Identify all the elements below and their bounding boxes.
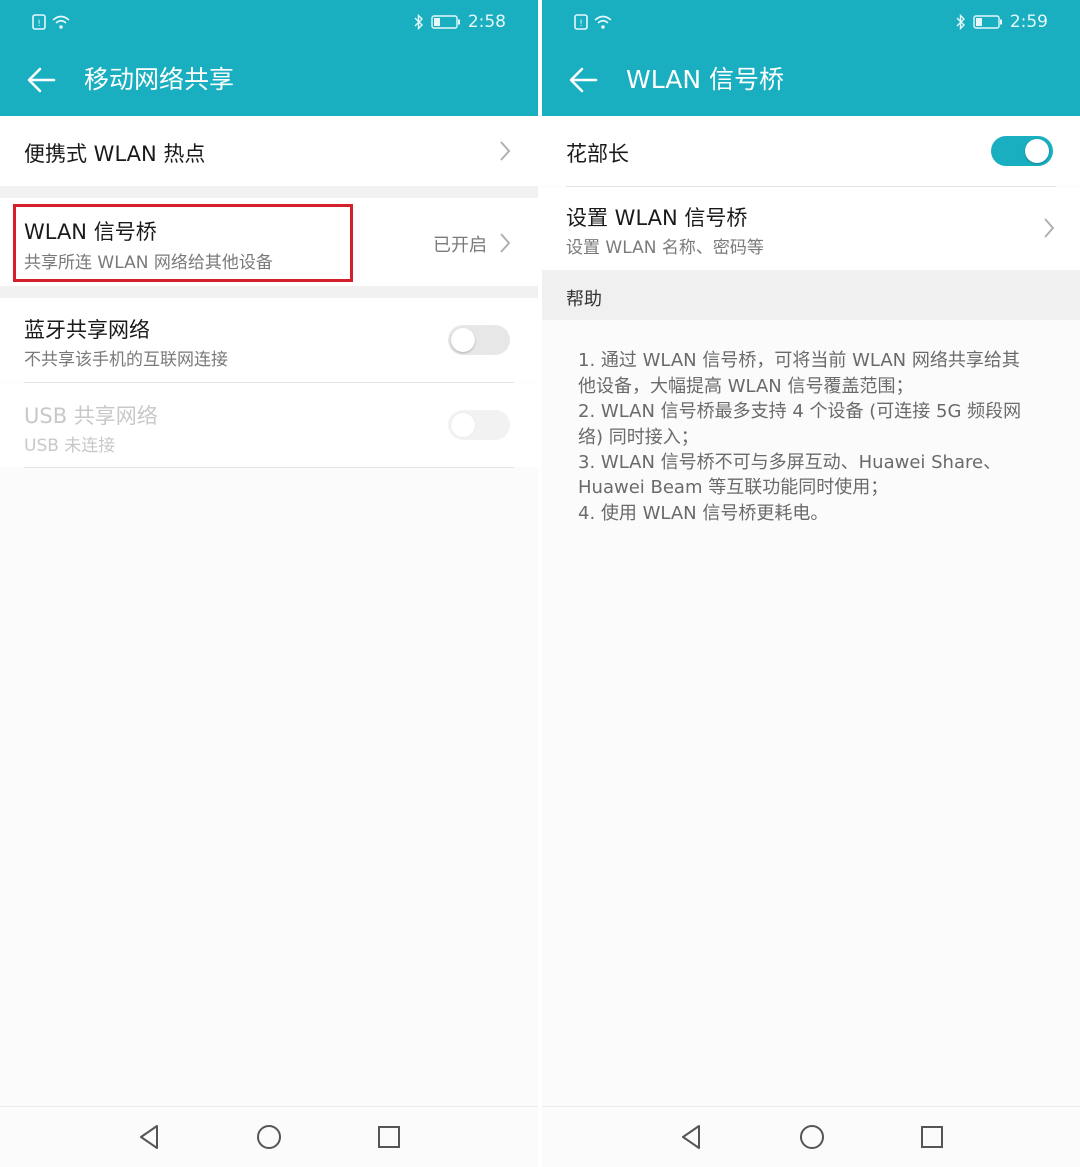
battery-icon bbox=[431, 15, 460, 29]
help-text-line: 1. 通过 WLAN 信号桥，可将当前 WLAN 网络共享给其 bbox=[578, 350, 1020, 371]
nav-home-icon[interactable] bbox=[256, 1124, 282, 1150]
item-label: 花部长 bbox=[566, 142, 629, 166]
bluetooth-tethering-toggle[interactable] bbox=[448, 325, 510, 355]
app-bar: WLAN 信号桥 bbox=[542, 44, 1080, 116]
help-section-header: 帮助 bbox=[542, 270, 1080, 320]
status-time: 2:58 bbox=[467, 12, 506, 32]
sim-icon: ! bbox=[32, 14, 46, 30]
svg-text:!: ! bbox=[579, 19, 583, 29]
help-text-line: 他设备，大幅提高 WLAN 信号覆盖范围； bbox=[578, 376, 914, 397]
status-time: 2:59 bbox=[1009, 12, 1048, 32]
item-subtitle: 设置 WLAN 名称、密码等 bbox=[566, 238, 764, 258]
item-label: 便携式 WLAN 热点 bbox=[24, 142, 206, 166]
highlight-box bbox=[13, 204, 353, 282]
back-arrow-icon[interactable] bbox=[566, 64, 602, 96]
navigation-bar bbox=[542, 1106, 1080, 1167]
wifi-icon bbox=[52, 15, 70, 29]
help-label: 帮助 bbox=[566, 289, 602, 310]
help-text-line: 2. WLAN 信号桥最多支持 4 个设备 (可连接 5G 频段网 bbox=[578, 401, 1022, 422]
item-label: USB 共享网络 bbox=[24, 404, 158, 428]
chevron-right-icon bbox=[500, 141, 511, 161]
list-item-usb-tethering: USB 共享网络 USB 未连接 bbox=[0, 383, 538, 467]
wlan-bridge-toggle[interactable] bbox=[991, 136, 1053, 166]
help-text-line: Huawei Beam 等互联功能同时使用； bbox=[578, 477, 889, 498]
nav-back-icon[interactable] bbox=[137, 1124, 163, 1150]
back-arrow-icon[interactable] bbox=[24, 64, 60, 96]
page-title: WLAN 信号桥 bbox=[626, 65, 784, 94]
item-subtitle: USB 未连接 bbox=[24, 436, 116, 456]
item-subtitle: 不共享该手机的互联网连接 bbox=[24, 350, 228, 370]
list-item-bluetooth-tethering: 蓝牙共享网络 不共享该手机的互联网连接 bbox=[0, 298, 538, 382]
help-text-line: 络) 同时接入； bbox=[578, 427, 699, 448]
wifi-icon bbox=[594, 15, 612, 29]
list-item-bridge-switch: 花部长 bbox=[542, 116, 1080, 186]
status-bar: ! 2:59 bbox=[542, 0, 1080, 44]
sim-icon: ! bbox=[574, 14, 588, 30]
bluetooth-icon bbox=[414, 14, 423, 30]
chevron-right-icon bbox=[1044, 218, 1055, 238]
left-screen: ! 2:58 移动网络共享 便携式 WLAN 热点 WLAN 信号桥 共享所连 … bbox=[0, 0, 538, 1167]
divider bbox=[24, 467, 514, 468]
list-item-portable-hotspot[interactable]: 便携式 WLAN 热点 bbox=[0, 116, 538, 186]
nav-recents-icon[interactable] bbox=[376, 1124, 402, 1150]
nav-recents-icon[interactable] bbox=[919, 1124, 945, 1150]
item-status-value: 已开启 bbox=[433, 235, 487, 256]
section-gap bbox=[0, 286, 538, 298]
right-screen: ! 2:59 WLAN 信号桥 花部长 设置 WLAN 信号桥 设置 WLAN … bbox=[542, 0, 1080, 1167]
page-title: 移动网络共享 bbox=[84, 65, 235, 94]
nav-home-icon[interactable] bbox=[799, 1124, 825, 1150]
app-bar: 移动网络共享 bbox=[0, 44, 538, 116]
navigation-bar bbox=[0, 1106, 538, 1167]
status-bar: ! 2:58 bbox=[0, 0, 538, 44]
section-gap bbox=[0, 186, 538, 198]
bluetooth-icon bbox=[956, 14, 965, 30]
list-item-setup-wlan-bridge[interactable]: 设置 WLAN 信号桥 设置 WLAN 名称、密码等 bbox=[542, 187, 1080, 270]
item-label: 设置 WLAN 信号桥 bbox=[566, 206, 748, 230]
svg-text:!: ! bbox=[37, 19, 41, 29]
chevron-right-icon bbox=[500, 233, 511, 253]
help-text-line: 3. WLAN 信号桥不可与多屏互动、Huawei Share、 bbox=[578, 452, 1002, 473]
nav-back-icon[interactable] bbox=[679, 1124, 705, 1150]
item-label: 蓝牙共享网络 bbox=[24, 318, 150, 342]
battery-icon bbox=[973, 15, 1002, 29]
usb-tethering-toggle bbox=[448, 410, 510, 440]
help-text-line: 4. 使用 WLAN 信号桥更耗电。 bbox=[578, 503, 829, 524]
